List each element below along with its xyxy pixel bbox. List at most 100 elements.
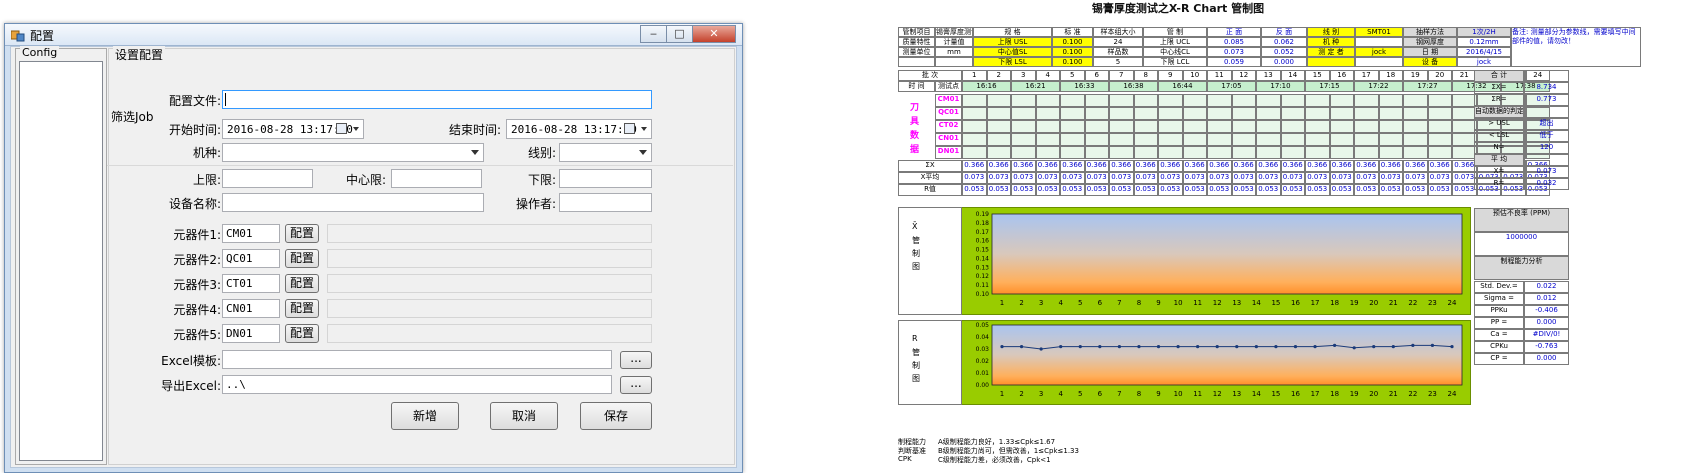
machine-combo[interactable] — [222, 143, 484, 162]
start-time-picker[interactable]: 2016-08-28 13:17:00 — [222, 119, 364, 139]
y-tick-label: 0.03 — [976, 346, 990, 353]
lower-limit-label: 下限: — [527, 173, 556, 187]
chevron-down-icon[interactable] — [641, 127, 647, 131]
x-tick-label: 2 — [1019, 299, 1023, 307]
series-point — [1313, 345, 1317, 349]
y-tick-label: 0.19 — [976, 211, 990, 218]
y-tick-label: 0.11 — [976, 282, 990, 289]
close-button[interactable]: ✕ — [692, 25, 736, 43]
excel-template-browse-button[interactable]: ... — [620, 351, 652, 369]
export-excel-browse-button[interactable]: ... — [620, 376, 652, 394]
component-input[interactable]: QC01 — [222, 249, 280, 268]
y-tick-label: 0.10 — [976, 291, 990, 298]
component-input[interactable]: DN01 — [222, 324, 280, 343]
x-tick-label: 13 — [1232, 390, 1241, 398]
title-bar[interactable]: 配置 ‒ □ ✕ — [5, 24, 742, 46]
series-point — [1117, 345, 1121, 349]
x-tick-label: 16 — [1291, 390, 1300, 398]
x-tick-label: 15 — [1271, 390, 1280, 398]
center-limit-label: 中心限: — [345, 173, 386, 187]
series-point — [1039, 347, 1043, 351]
xr-chart-sheet: 锡膏厚度测试之X-R Chart 管制图 管制项目锡膏厚度测试规 格标 准样本组… — [898, 0, 1707, 473]
end-time-picker[interactable]: 2016-08-28 13:17:00 — [506, 119, 652, 139]
line-label: 线别: — [527, 146, 556, 160]
series-point — [1352, 346, 1356, 350]
component-label: 元器件1: — [173, 228, 221, 242]
x-tick-label: 24 — [1448, 299, 1457, 307]
x-tick-label: 9 — [1156, 299, 1160, 307]
cancel-button[interactable]: 取消 — [490, 402, 558, 430]
y-tick-label: 0.02 — [976, 358, 990, 365]
x-tick-label: 5 — [1078, 299, 1082, 307]
y-tick-label: 0.16 — [976, 238, 990, 245]
series-point — [1333, 343, 1337, 347]
x-tick-label: 1 — [1000, 299, 1004, 307]
filter-job-label: 筛选Job — [111, 110, 154, 124]
component-config-button[interactable]: 配置 — [285, 324, 319, 343]
x-tick-label: 4 — [1058, 390, 1063, 398]
x-tick-label: 14 — [1252, 299, 1261, 307]
series-point — [1411, 343, 1415, 347]
save-button[interactable]: 保存 — [580, 402, 652, 430]
export-excel-label: 导出Excel: — [161, 379, 221, 393]
line-combo[interactable] — [559, 143, 652, 162]
add-button[interactable]: 新增 — [391, 402, 459, 430]
component-input[interactable]: CT01 — [222, 274, 280, 293]
series-point — [1000, 345, 1004, 349]
y-tick-label: 0.17 — [976, 229, 990, 236]
series-point — [1430, 343, 1435, 347]
component-input[interactable]: CM01 — [222, 224, 280, 243]
xbar-plot-area — [991, 213, 1463, 295]
maximize-button[interactable]: □ — [666, 25, 692, 43]
x-tick-label: 21 — [1389, 390, 1398, 398]
lower-limit-input[interactable] — [559, 169, 652, 188]
excel-template-input[interactable] — [222, 350, 612, 369]
calendar-icon[interactable] — [624, 123, 635, 134]
config-file-label: 配置文件: — [168, 94, 221, 108]
device-name-input[interactable] — [222, 193, 484, 212]
series-point — [1372, 345, 1376, 349]
calendar-icon[interactable] — [336, 123, 347, 134]
x-tick-label: 8 — [1137, 299, 1141, 307]
operator-input[interactable] — [559, 193, 652, 212]
series-point — [1274, 345, 1278, 349]
chevron-down-icon[interactable] — [639, 150, 647, 155]
component-config-button[interactable]: 配置 — [285, 274, 319, 293]
component-config-button[interactable]: 配置 — [285, 224, 319, 243]
x-tick-label: 22 — [1408, 390, 1417, 398]
component-config-button[interactable]: 配置 — [285, 299, 319, 318]
series-point — [1254, 345, 1258, 349]
config-file-input[interactable] — [222, 90, 652, 109]
machine-label: 机种: — [192, 146, 221, 160]
series-point — [1019, 345, 1024, 349]
component-config-button[interactable]: 配置 — [285, 249, 319, 268]
separator — [107, 165, 733, 166]
chevron-down-icon[interactable] — [353, 127, 359, 131]
component-label: 元器件3: — [173, 278, 221, 292]
component-path-field — [327, 224, 652, 243]
series-point — [1391, 345, 1395, 349]
x-tick-label: 23 — [1428, 390, 1437, 398]
device-name-label: 设备名称: — [168, 197, 221, 211]
component-input[interactable]: CN01 — [222, 299, 280, 318]
x-tick-label: 7 — [1117, 390, 1121, 398]
minimize-button[interactable]: ‒ — [640, 25, 666, 43]
center-limit-input[interactable] — [391, 169, 482, 188]
x-tick-label: 17 — [1311, 390, 1320, 398]
series-point — [1137, 345, 1141, 349]
upper-limit-input[interactable] — [222, 169, 313, 188]
export-excel-input[interactable]: ..\ — [222, 375, 612, 394]
x-tick-label: 12 — [1213, 390, 1222, 398]
text-caret — [225, 93, 226, 106]
x-tick-label: 6 — [1098, 299, 1103, 307]
chevron-down-icon[interactable] — [471, 150, 479, 155]
component-label: 元器件4: — [173, 303, 221, 317]
x-tick-label: 6 — [1098, 390, 1103, 398]
x-tick-label: 1 — [1000, 390, 1004, 398]
y-tick-label: 0.15 — [976, 247, 990, 254]
end-time-label: 结束时间: — [448, 123, 501, 137]
config-list[interactable] — [19, 61, 103, 461]
x-tick-label: 8 — [1137, 390, 1141, 398]
config-window: 配置 ‒ □ ✕ Config 设置配置 配置文件: 筛选Job 开始时间: 2… — [4, 23, 743, 473]
x-tick-label: 5 — [1078, 390, 1082, 398]
